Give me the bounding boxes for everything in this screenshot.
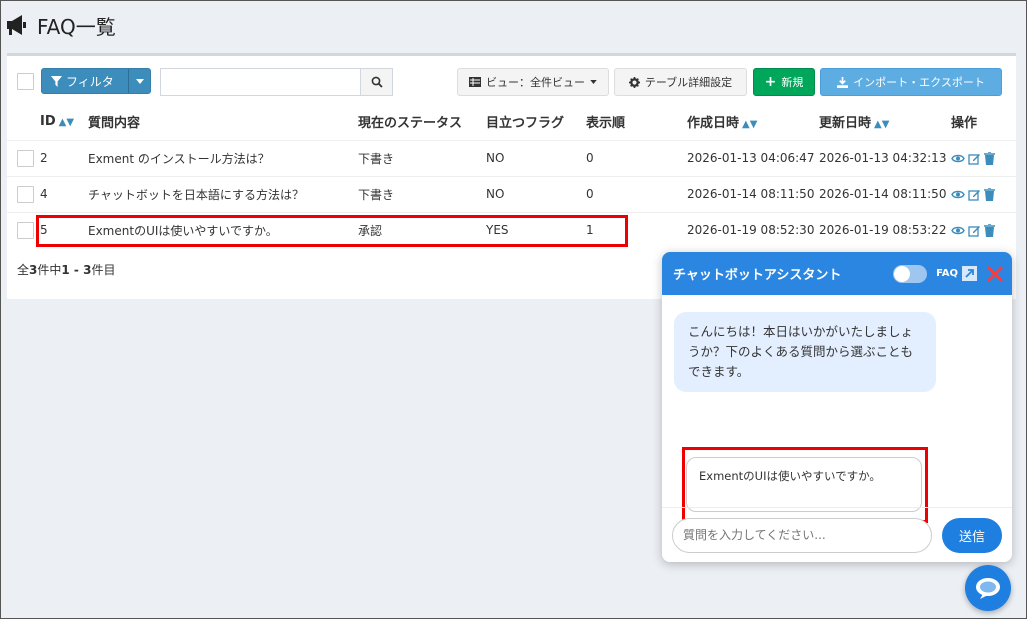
sort-icon: ▲▼	[58, 117, 75, 129]
filter-dropdown-toggle[interactable]	[128, 69, 150, 93]
cell-status: 下書き	[358, 139, 486, 176]
chatbot-window: チャットボットアシスタント FAQ こんにちは！本日はいかがいたしましょうか？下…	[662, 252, 1012, 562]
cell-status: 下書き	[358, 175, 486, 212]
row-actions	[951, 187, 1016, 201]
chatbot-title: チャットボットアシスタント	[673, 268, 842, 283]
column-header-question: 質問内容	[88, 104, 358, 141]
gear-icon	[628, 76, 640, 88]
page-header: FAQ一覧	[5, 7, 116, 43]
view-label: ビュー：全件ビュー	[486, 76, 585, 89]
pagination-summary: 全3件中1 - 3件目	[17, 263, 116, 277]
toolbar: フィルタ ビュー：全件ビュー テーブル詳細設定 + 新規 インポート・エクスポー…	[7, 65, 1016, 96]
import-export-label: インポート・エクスポート	[853, 76, 985, 89]
cell-flag: NO	[486, 175, 586, 212]
cell-updated: 2026-01-13 04:32:13	[819, 139, 951, 176]
trash-icon[interactable]	[984, 187, 995, 201]
chat-bubble-icon	[976, 578, 1000, 599]
search-button[interactable]	[361, 68, 393, 96]
caret-down-icon	[135, 78, 144, 84]
column-header-actions: 操作	[951, 104, 1016, 141]
send-button[interactable]: 送信	[942, 517, 1002, 553]
view-eye-icon[interactable]	[951, 225, 965, 236]
view-dropdown-button[interactable]: ビュー：全件ビュー	[457, 68, 609, 96]
cell-updated: 2026-01-14 08:11:50	[819, 175, 951, 212]
filter-label: フィルタ	[66, 74, 114, 89]
table-icon	[469, 77, 481, 87]
row-checkbox[interactable]	[17, 185, 34, 203]
cell-flag: NO	[486, 139, 586, 176]
chat-launcher-button[interactable]	[965, 565, 1011, 611]
cell-order: 0	[586, 175, 687, 212]
search-input[interactable]	[160, 68, 361, 96]
close-icon[interactable]	[986, 265, 1004, 283]
faq-table: ID ▲▼ 質問内容 現在のステータス 目立つフラグ 表示順 作成日時 ▲▼ 更新日…	[7, 104, 1016, 248]
column-header-id[interactable]: ID ▲▼	[40, 104, 88, 141]
column-header-created[interactable]: 作成日時 ▲▼	[687, 104, 819, 141]
filter-icon	[51, 75, 62, 87]
edit-icon[interactable]	[968, 152, 981, 165]
table-settings-label: テーブル詳細設定	[644, 76, 733, 89]
new-button[interactable]: + 新規	[753, 68, 815, 96]
row-actions	[951, 223, 1016, 237]
table-header-row: ID ▲▼ 質問内容 現在のステータス 目立つフラグ 表示順 作成日時 ▲▼ 更新日…	[7, 104, 1016, 141]
cell-updated: 2026-01-19 08:53:22	[819, 211, 951, 248]
caret-down-icon	[590, 80, 597, 84]
table-row: 4 チャットボットを日本語にする方法は？ 下書き NO 0 2026-01-14…	[7, 175, 1016, 212]
column-header-updated[interactable]: 更新日時 ▲▼	[819, 104, 951, 141]
search-icon	[371, 76, 383, 88]
cell-order: 1	[586, 211, 687, 248]
table-row: 2 Exment のインストール方法は？ 下書き NO 0 2026-01-13…	[7, 139, 1016, 176]
cell-id: 4	[40, 175, 88, 212]
column-header-order: 表示順	[586, 104, 687, 141]
select-all-checkbox[interactable]	[17, 73, 34, 90]
edit-icon[interactable]	[968, 224, 981, 237]
cell-flag: YES	[486, 211, 586, 248]
faq-label: FAQ	[936, 268, 958, 279]
faq-suggestion-button[interactable]: ExmentのUIは使いやすいですか。	[686, 457, 922, 512]
chatbot-body: こんにちは！本日はいかがいたしましょうか？下のよくある質問から選ぶこともできます…	[662, 295, 1012, 523]
column-header-flag: 目立つフラグ	[486, 104, 586, 141]
trash-icon[interactable]	[984, 223, 995, 237]
table-row: 5 ExmentのUIは使いやすいですか。 承認 YES 1 2026-01-1…	[7, 211, 1016, 248]
cell-id: 5	[40, 211, 88, 248]
view-eye-icon[interactable]	[951, 153, 965, 164]
cell-created: 2026-01-14 08:11:50	[687, 175, 819, 212]
search-group	[160, 68, 393, 96]
chatbot-header: チャットボットアシスタント FAQ	[662, 252, 1012, 295]
bot-message: こんにちは！本日はいかがいたしましょうか？下のよくある質問から選ぶこともできます…	[674, 312, 936, 392]
cell-created: 2026-01-13 04:06:47	[687, 139, 819, 176]
cell-id: 2	[40, 139, 88, 176]
cell-status: 承認	[358, 211, 486, 248]
cell-created: 2026-01-19 08:52:30	[687, 211, 819, 248]
row-checkbox[interactable]	[17, 149, 34, 167]
row-checkbox[interactable]	[17, 221, 34, 239]
cell-question: チャットボットを日本語にする方法は？	[88, 175, 358, 212]
cell-order: 0	[586, 139, 687, 176]
expand-icon[interactable]	[962, 266, 977, 281]
edit-icon[interactable]	[968, 188, 981, 201]
cell-question: ExmentのUIは使いやすいですか。	[88, 211, 358, 248]
table-settings-button[interactable]: テーブル詳細設定	[614, 68, 747, 96]
trash-icon[interactable]	[984, 151, 995, 165]
chat-message-input[interactable]	[672, 517, 932, 553]
new-label: 新規	[781, 76, 804, 89]
faq-toggle[interactable]	[893, 264, 928, 283]
chatbot-footer: 送信	[662, 507, 1012, 562]
plus-icon: +	[764, 74, 777, 90]
page-title: FAQ一覧	[37, 14, 116, 39]
row-actions	[951, 151, 1016, 165]
filter-button[interactable]: フィルタ	[41, 68, 151, 94]
column-header-status: 現在のステータス	[358, 104, 486, 141]
view-eye-icon[interactable]	[951, 189, 965, 200]
sort-icon: ▲▼	[874, 119, 890, 131]
import-export-button[interactable]: インポート・エクスポート	[820, 68, 1002, 96]
cell-question: Exment のインストール方法は？	[88, 139, 358, 176]
download-icon	[837, 76, 849, 88]
sort-icon: ▲▼	[742, 119, 758, 131]
megaphone-icon	[5, 14, 29, 36]
